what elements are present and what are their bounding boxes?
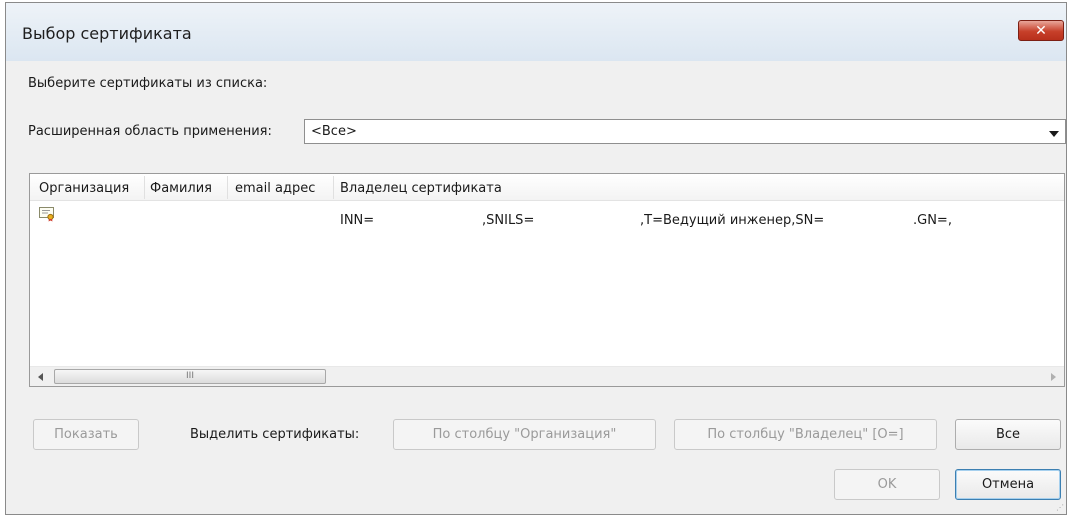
- select-by-organization-label: По столбцу "Организация": [432, 427, 617, 442]
- close-button[interactable]: ✕: [1018, 20, 1064, 41]
- ok-button[interactable]: OK: [834, 469, 940, 500]
- column-header-owner[interactable]: Владелец сертификата: [340, 181, 502, 196]
- column-separator[interactable]: [227, 176, 228, 199]
- column-separator[interactable]: [144, 176, 145, 199]
- show-button[interactable]: Показать: [33, 419, 139, 450]
- scope-dropdown-value: <Все>: [311, 124, 357, 139]
- select-by-owner-button[interactable]: По столбцу "Владелец" [O=]: [674, 419, 937, 450]
- scroll-left-icon[interactable]: [38, 373, 43, 381]
- cancel-button[interactable]: Отмена: [955, 469, 1061, 500]
- column-separator[interactable]: [333, 176, 334, 199]
- cell-owner-inn: INN=: [340, 213, 375, 228]
- window-title: Выбор сертификата: [22, 24, 192, 43]
- close-icon: ✕: [1035, 22, 1047, 39]
- instruction-label: Выберите сертификаты из списка:: [28, 76, 268, 91]
- ok-button-label: OK: [877, 477, 897, 492]
- select-by-owner-label: По столбцу "Владелец" [O=]: [707, 427, 904, 442]
- resize-grip-icon[interactable]: ⋰: [1056, 504, 1064, 512]
- cell-owner-snils: ,SNILS=: [482, 213, 535, 228]
- list-header: Организация Фамилия email адрес Владелец…: [30, 174, 1064, 201]
- select-certificates-label: Выделить сертификаты:: [190, 427, 360, 442]
- column-header-surname[interactable]: Фамилия: [150, 181, 212, 196]
- cell-owner-title-sn: ,T=Ведущий инженер,SN=: [640, 213, 825, 228]
- chevron-down-icon: [1049, 131, 1059, 137]
- title-bar: Выбор сертификата ✕: [6, 3, 1066, 61]
- certificate-selection-dialog: Выбор сертификата ✕ Выберите сертификаты…: [5, 2, 1067, 515]
- scrollbar-grip-icon: III: [186, 371, 194, 381]
- scroll-right-icon[interactable]: [1051, 373, 1056, 381]
- column-header-email[interactable]: email адрес: [235, 181, 315, 196]
- horizontal-scrollbar[interactable]: III: [30, 366, 1064, 386]
- cancel-button-label: Отмена: [981, 477, 1035, 492]
- certificate-icon: [39, 207, 54, 222]
- scope-dropdown[interactable]: <Все>: [304, 119, 1066, 144]
- certificate-list[interactable]: Организация Фамилия email адрес Владелец…: [29, 173, 1065, 387]
- cell-owner-gn: .GN=,: [913, 213, 952, 228]
- scrollbar-thumb[interactable]: III: [54, 369, 326, 384]
- select-all-label: Все: [995, 427, 1021, 442]
- select-all-button[interactable]: Все: [955, 419, 1061, 450]
- show-button-label: Показать: [54, 427, 118, 442]
- select-by-organization-button[interactable]: По столбцу "Организация": [393, 419, 656, 450]
- scope-label: Расширенная область применения:: [28, 124, 272, 139]
- column-header-organization[interactable]: Организация: [39, 181, 129, 196]
